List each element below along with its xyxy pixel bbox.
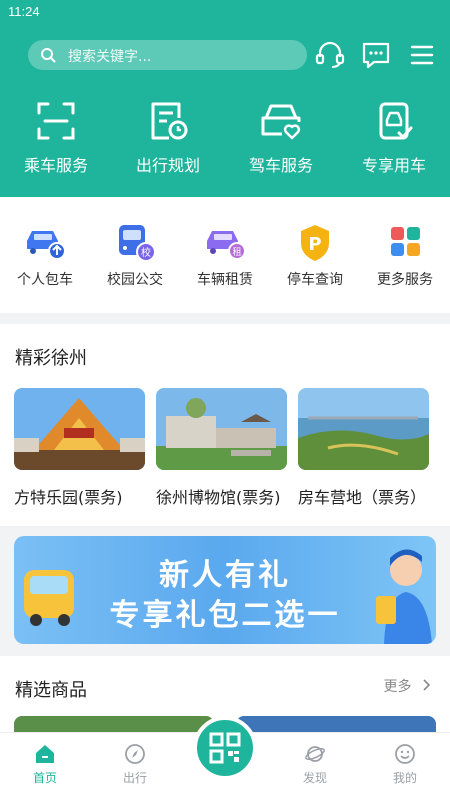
grid-icon bbox=[391, 227, 420, 256]
qr-code-button[interactable] bbox=[193, 716, 257, 780]
card-title: 方特乐园(票务) bbox=[14, 488, 123, 507]
qr-code-icon bbox=[209, 732, 241, 764]
chevron-right-icon bbox=[423, 679, 431, 691]
planet-icon bbox=[305, 746, 325, 762]
banner-line2: 专享礼包二选一 bbox=[109, 598, 341, 633]
promo-banner[interactable]: 新人有礼 专享礼包二选一 bbox=[14, 536, 436, 644]
search-input[interactable]: 搜索关键字... bbox=[28, 40, 307, 70]
tab-travel[interactable]: 出行 bbox=[95, 743, 175, 786]
tab-mine[interactable]: 我的 bbox=[365, 743, 445, 786]
header: 11:24 搜索关键字... 乘车服务 出行规划 驾车服务 专享用车 bbox=[0, 0, 450, 197]
card-image bbox=[156, 388, 287, 470]
tab-discover[interactable]: 发现 bbox=[275, 743, 355, 786]
svg-text:P: P bbox=[308, 234, 321, 255]
car-heart-icon bbox=[261, 104, 301, 140]
car-rent-icon: 租 bbox=[207, 231, 246, 260]
service-grid: 个人包车 校 校园公交 租 车辆租赁 P 停车查询 更多服务 bbox=[0, 197, 450, 313]
card-rv-camp[interactable]: 房车营地（票务） bbox=[298, 388, 429, 508]
svg-text:校: 校 bbox=[141, 246, 151, 259]
compass-icon bbox=[125, 744, 145, 764]
schedule-clock-icon bbox=[151, 102, 188, 140]
car-arrow-icon bbox=[27, 231, 66, 260]
main-services: 乘车服务 出行规划 驾车服务 专享用车 bbox=[0, 100, 450, 180]
service-more[interactable]: 更多服务 bbox=[360, 223, 450, 293]
card-museum[interactable]: 徐州博物馆(票务) bbox=[156, 388, 287, 508]
headset-icon[interactable] bbox=[314, 40, 346, 70]
section-title: 精彩徐州 bbox=[15, 348, 87, 369]
search-icon bbox=[41, 48, 56, 63]
banner-line1: 新人有礼 bbox=[159, 558, 291, 593]
card-image bbox=[14, 388, 145, 470]
section-title: 精选商品 bbox=[15, 680, 87, 701]
service-personal-charter[interactable]: 个人包车 bbox=[0, 223, 90, 293]
home-icon bbox=[36, 745, 54, 763]
card-fantawild[interactable]: 方特乐园(票务) bbox=[14, 388, 145, 508]
parking-icon: P bbox=[301, 225, 329, 261]
card-title: 房车营地（票务） bbox=[298, 488, 427, 507]
tab-home[interactable]: 首页 bbox=[5, 743, 85, 786]
card-image bbox=[298, 388, 429, 470]
smile-icon bbox=[395, 744, 415, 764]
service-ride[interactable]: 乘车服务 bbox=[0, 100, 112, 180]
service-trip-plan[interactable]: 出行规划 bbox=[112, 100, 224, 180]
service-exclusive-car[interactable]: 专享用车 bbox=[338, 100, 450, 180]
card-title: 徐州博物馆(票务) bbox=[156, 488, 281, 507]
service-driving[interactable]: 驾车服务 bbox=[225, 100, 337, 180]
search-placeholder: 搜索关键字... bbox=[68, 49, 152, 65]
service-campus-bus[interactable]: 校 校园公交 bbox=[90, 223, 180, 293]
service-car-rental[interactable]: 租 车辆租赁 bbox=[180, 223, 270, 293]
section-highlights: 精彩徐州 方特乐园(票务) 徐州博物馆(票务) 房车营地（票务） bbox=[0, 324, 450, 526]
svg-text:租: 租 bbox=[232, 247, 241, 258]
scan-frame-icon bbox=[37, 102, 75, 140]
status-time: 11:24 bbox=[8, 4, 40, 19]
more-link[interactable]: 更多 bbox=[384, 676, 432, 696]
message-icon[interactable] bbox=[360, 40, 392, 70]
school-bus-icon: 校 bbox=[119, 225, 156, 262]
phone-car-icon bbox=[379, 102, 413, 140]
menu-icon[interactable] bbox=[406, 40, 438, 70]
service-parking[interactable]: P 停车查询 bbox=[270, 223, 360, 293]
